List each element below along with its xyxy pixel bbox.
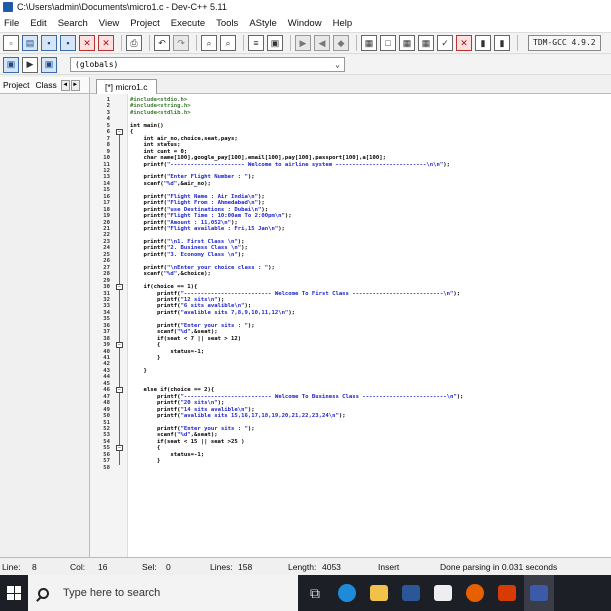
main-toolbar: ▫ ▤ ▪ ▪ ✕ ✕ ⎙ ↶ ↷ ⌕ ⌕ ≡ ▣ ▶ ◀ ◆ ▦ □ ▦ ▦ …: [0, 32, 611, 54]
fold-guide: [119, 451, 120, 459]
windows-logo-icon: [7, 586, 21, 600]
edge-browser-icon[interactable]: [332, 575, 362, 611]
profile-icon[interactable]: ▮: [494, 35, 510, 51]
undo-icon[interactable]: ↶: [154, 35, 170, 51]
menu-execute[interactable]: Execute: [167, 18, 212, 29]
unindent-icon[interactable]: ◀: [314, 35, 330, 51]
code-line[interactable]: 58: [90, 465, 611, 471]
toolbar-divider: [121, 35, 122, 51]
compiler-select[interactable]: TDM-GCC 4.9.2: [528, 35, 601, 51]
new-file-icon[interactable]: ▫: [3, 35, 19, 51]
status-lines-value: 158: [238, 562, 253, 572]
line-number: 58: [103, 464, 110, 471]
replace-icon[interactable]: ⌕: [220, 35, 236, 51]
status-insert-mode: Insert: [378, 562, 400, 572]
tab-classes[interactable]: Class: [32, 80, 59, 90]
menu-astyle[interactable]: AStyle: [245, 18, 283, 29]
windows-taskbar: Type here to search ⧉: [0, 575, 611, 611]
save-icon[interactable]: ▪: [41, 35, 57, 51]
rebuild-all-icon[interactable]: ▦: [418, 35, 434, 51]
status-line-label: Line:: [2, 562, 21, 572]
save-all-icon[interactable]: ▪: [60, 35, 76, 51]
tab-micro1-c[interactable]: [*] micro1.c: [96, 79, 157, 94]
menu-file[interactable]: File: [0, 18, 26, 29]
menu-window[interactable]: Window: [284, 18, 329, 29]
goto-bookmark-icon[interactable]: ▣: [41, 56, 57, 73]
store-icon[interactable]: [396, 575, 426, 611]
scope-value: (globals): [75, 60, 119, 69]
compile-icon[interactable]: ▦: [361, 35, 377, 51]
status-line-value: 8: [32, 562, 37, 572]
bookmark-icon[interactable]: ▣: [267, 35, 283, 51]
open-file-icon[interactable]: ▤: [22, 35, 38, 51]
menu-search[interactable]: Search: [54, 18, 95, 29]
toolbar-divider: [196, 35, 197, 51]
close-file-icon[interactable]: ✕: [79, 35, 95, 51]
firefox-icon[interactable]: [460, 575, 490, 611]
secondary-toolbar: ▣ ▶ ▣ (globals) ⌄: [0, 55, 611, 75]
menu-tools[interactable]: Tools: [212, 18, 245, 29]
run-icon[interactable]: □: [380, 35, 396, 51]
status-message: Done parsing in 0.031 seconds: [440, 562, 558, 572]
tab-scroll-left-icon[interactable]: ◄: [60, 79, 70, 91]
status-col-value: 16: [98, 562, 108, 572]
search-placeholder: Type here to search: [63, 587, 161, 599]
toolbar-divider: [149, 35, 150, 51]
menu-edit[interactable]: Edit: [26, 18, 53, 29]
mail-icon[interactable]: [428, 575, 458, 611]
syntax-check-icon[interactable]: ✓: [437, 35, 453, 51]
file-explorer-icon[interactable]: [364, 575, 394, 611]
code-editor[interactable]: 1 #include<stdio.h> 2 #include<string.h> 3 #i…: [90, 94, 611, 557]
task-view-icon[interactable]: ⧉: [300, 575, 330, 611]
menu-project[interactable]: Project: [126, 18, 167, 29]
toolbar-divider: [290, 35, 291, 51]
toolbar-divider: [517, 35, 518, 51]
window-title: C:\Users\admin\Documents\micro1.c - Dev-…: [17, 2, 227, 12]
menu-view[interactable]: View: [95, 18, 126, 29]
toggle-bookmark-icon[interactable]: ▶: [22, 56, 38, 73]
status-sel-label: Sel:: [142, 562, 157, 572]
menu-help[interactable]: Help: [329, 18, 360, 29]
print-icon[interactable]: ⎙: [126, 35, 142, 51]
devcpp-taskbar-icon[interactable]: [524, 575, 554, 611]
insert-icon[interactable]: ▣: [3, 56, 19, 73]
goto-line-icon[interactable]: ≡: [248, 35, 264, 51]
chevron-down-icon: ⌄: [335, 60, 340, 69]
toolbar-divider: [356, 35, 357, 51]
taskbar-search-box[interactable]: Type here to search: [28, 575, 298, 611]
stop-execution-icon[interactable]: ✕: [456, 35, 472, 51]
office-icon[interactable]: [492, 575, 522, 611]
toolbar-divider: [243, 35, 244, 51]
find-icon[interactable]: ⌕: [201, 35, 217, 51]
status-length-label: Length:: [288, 562, 317, 572]
status-sel-value: 0: [166, 562, 171, 572]
status-bar: Line: 8 Col: 16 Sel: 0 Lines: 158 Length…: [0, 557, 611, 575]
start-button[interactable]: [0, 575, 28, 611]
toggle-comment-icon[interactable]: ◆: [333, 35, 349, 51]
tab-scroll-right-icon[interactable]: ►: [70, 79, 80, 91]
editor-tab-bar: [*] micro1.c: [90, 77, 611, 94]
compile-run-icon[interactable]: ▦: [399, 35, 415, 51]
title-bar: C:\Users\admin\Documents\micro1.c - Dev-…: [0, 0, 611, 14]
fold-guide: [119, 348, 120, 355]
indent-icon[interactable]: ▶: [295, 35, 311, 51]
search-icon: [38, 587, 49, 599]
left-panel-tabs: Project Class ◄ ►: [0, 77, 89, 94]
redo-icon[interactable]: ↷: [173, 35, 189, 51]
status-col-label: Col:: [70, 562, 86, 572]
debug-icon[interactable]: ▮: [475, 35, 491, 51]
left-panel: Project Class ◄ ►: [0, 77, 90, 557]
close-all-icon[interactable]: ✕: [98, 35, 114, 51]
scope-dropdown[interactable]: (globals) ⌄: [70, 57, 345, 72]
tab-project[interactable]: Project: [0, 80, 32, 90]
menu-bar: File Edit Search View Project Execute To…: [0, 14, 611, 32]
devcpp-app-icon: [3, 2, 13, 12]
fold-guide: [119, 290, 120, 368]
status-length-value: 4053: [322, 562, 341, 572]
status-lines-label: Lines:: [210, 562, 233, 572]
dev-cpp-window: C:\Users\admin\Documents\micro1.c - Dev-…: [0, 0, 611, 611]
